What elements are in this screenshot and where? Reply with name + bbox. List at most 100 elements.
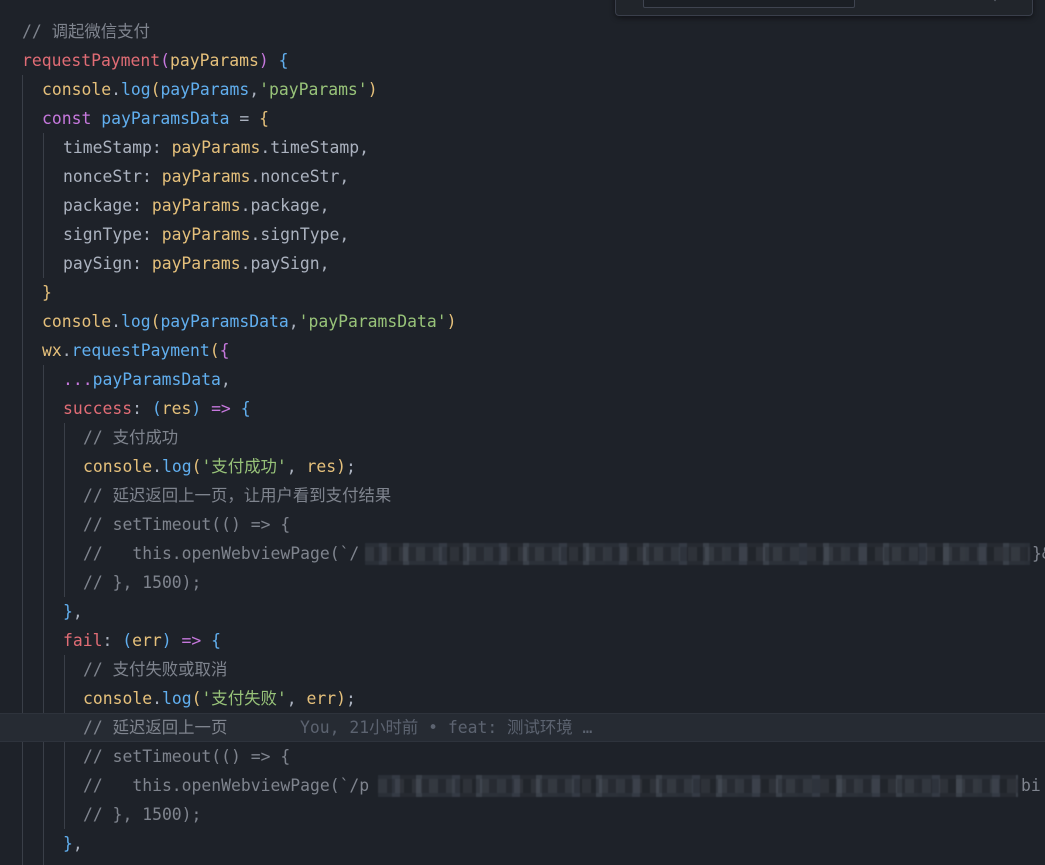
code-line[interactable]: const payParamsData = { [0, 104, 1045, 133]
dot: . [111, 80, 121, 99]
code-line[interactable]: // setTimeout(() => { [0, 510, 1045, 539]
semicolon: ; [345, 457, 356, 476]
code-line[interactable]: console.log(payParamsData,'payParamsData… [0, 307, 1045, 336]
code-line[interactable]: // 调起微信支付 [0, 17, 1045, 46]
statement: console.log('支付失败', err); [83, 684, 356, 713]
comment: // setTimeout(() => { [83, 515, 291, 534]
param: res [161, 399, 192, 418]
comma: , [339, 167, 350, 186]
comment: // 延迟返回上一页 [83, 718, 228, 737]
colon: : [132, 196, 152, 215]
paren: ) [161, 631, 172, 650]
comment: // }, 1500); [83, 805, 202, 824]
string: 'payParamsData' [298, 312, 447, 331]
code-line[interactable]: console.log(payParams,'payParams') [0, 75, 1045, 104]
paren: ( [151, 399, 162, 418]
property: package: payParams.package, [63, 191, 329, 220]
code-line[interactable]: // 延迟返回上一页，让用户看到支付结果 [0, 481, 1045, 510]
dot: . [260, 138, 271, 157]
code-line[interactable]: // 支付成功 [0, 423, 1045, 452]
comma: , [286, 689, 307, 708]
method: log [161, 689, 192, 708]
paren: ( [160, 51, 171, 70]
dot: . [61, 341, 72, 360]
code-line[interactable]: requestPayment(payParams) { [0, 46, 1045, 75]
code-line[interactable]: signType: payParams.signType, [0, 220, 1045, 249]
dot: . [240, 254, 251, 273]
comment: // }, 1500); [83, 573, 202, 592]
statement: console.log(payParams,'payParams') [42, 75, 378, 104]
brace: { [240, 399, 251, 418]
object: console [83, 689, 153, 708]
object: payParams [171, 138, 261, 157]
statement: console.log('支付成功', res); [83, 452, 356, 481]
code-editor[interactable]: ⌄ // 调起微信支付 requestPayment(payParams) { … [0, 0, 1045, 865]
object: payParams [151, 254, 241, 273]
colon: : [141, 225, 162, 244]
current-line[interactable]: // 延迟返回上一页 You, 21小时前 • feat: 测试环境 … [0, 713, 1045, 742]
code-line[interactable]: package: payParams.package, [0, 191, 1045, 220]
comment-tail: }& [1032, 544, 1045, 563]
dot: . [152, 689, 162, 708]
arg: payParamsData [160, 312, 289, 331]
code-line[interactable]: wx.requestPayment({ [0, 336, 1045, 365]
comma: , [339, 225, 350, 244]
chevron-icon[interactable]: ⌄ [992, 0, 1002, 3]
comment: // this.openWebviewPage(`/ [83, 544, 360, 563]
code-line[interactable]: success: (res) => { [0, 394, 1045, 423]
code-line[interactable]: // }, 1500); [0, 568, 1045, 597]
dot: . [152, 457, 162, 476]
comma: , [286, 457, 307, 476]
arg: res [306, 457, 337, 476]
comma: , [220, 370, 231, 389]
comma: , [319, 196, 330, 215]
code-line[interactable]: }, [0, 597, 1045, 626]
code-line[interactable]: }, [0, 829, 1045, 858]
object: payParams [161, 225, 251, 244]
code-line[interactable]: // }, 1500); [0, 800, 1045, 829]
dot: . [111, 312, 121, 331]
code-line[interactable]: paySign: payParams.paySign, [0, 249, 1045, 278]
colon: : [151, 138, 172, 157]
brace: } [42, 283, 52, 302]
find-input[interactable] [643, 0, 855, 8]
paren: ) [367, 80, 378, 99]
comment: // this.openWebviewPage(`/p [83, 776, 370, 795]
colon: : [102, 631, 123, 650]
code-line[interactable]: // this.openWebviewPage(`/p bi [0, 771, 1045, 800]
code-line[interactable]: console.log('支付成功', res); [0, 452, 1045, 481]
method: log [120, 80, 151, 99]
key: timeStamp [63, 138, 152, 157]
paren: ) [336, 689, 346, 708]
property: signType: payParams.signType, [63, 220, 349, 249]
code-line[interactable]: nonceStr: payParams.nonceStr, [0, 162, 1045, 191]
code-line[interactable]: console.log('支付失败', err); [0, 684, 1045, 713]
brace: { [219, 341, 230, 360]
code-line[interactable]: // 支付失败或取消 [0, 655, 1045, 684]
dot: . [240, 196, 251, 215]
prop: timeStamp [270, 138, 360, 157]
code-line[interactable]: // setTimeout(() => { [0, 742, 1045, 771]
code-line[interactable]: fail: (err) => { [0, 626, 1045, 655]
paren: ) [191, 399, 202, 418]
key: nonceStr [63, 167, 142, 186]
string: '支付成功' [201, 457, 287, 476]
comma: , [288, 312, 299, 331]
code-line[interactable]: ...payParamsData, [0, 365, 1045, 394]
prop: nonceStr [260, 167, 340, 186]
find-widget: ⌄ [615, 0, 1033, 16]
closing: }, [63, 829, 83, 858]
paren: ( [209, 341, 220, 360]
callback: fail: (err) => { [63, 626, 221, 655]
code-line[interactable]: timeStamp: payParams.timeStamp, [0, 133, 1045, 162]
param: err [132, 631, 162, 650]
brace: { [259, 109, 269, 128]
spread: ...payParamsData, [63, 365, 231, 394]
comment: // 延迟返回上一页，让用户看到支付结果 [83, 486, 392, 505]
code-line[interactable]: // this.openWebviewPage(`/ }& [0, 539, 1045, 568]
object: console [42, 80, 112, 99]
prop: paySign [250, 254, 320, 273]
code-line[interactable]: } [0, 278, 1045, 307]
